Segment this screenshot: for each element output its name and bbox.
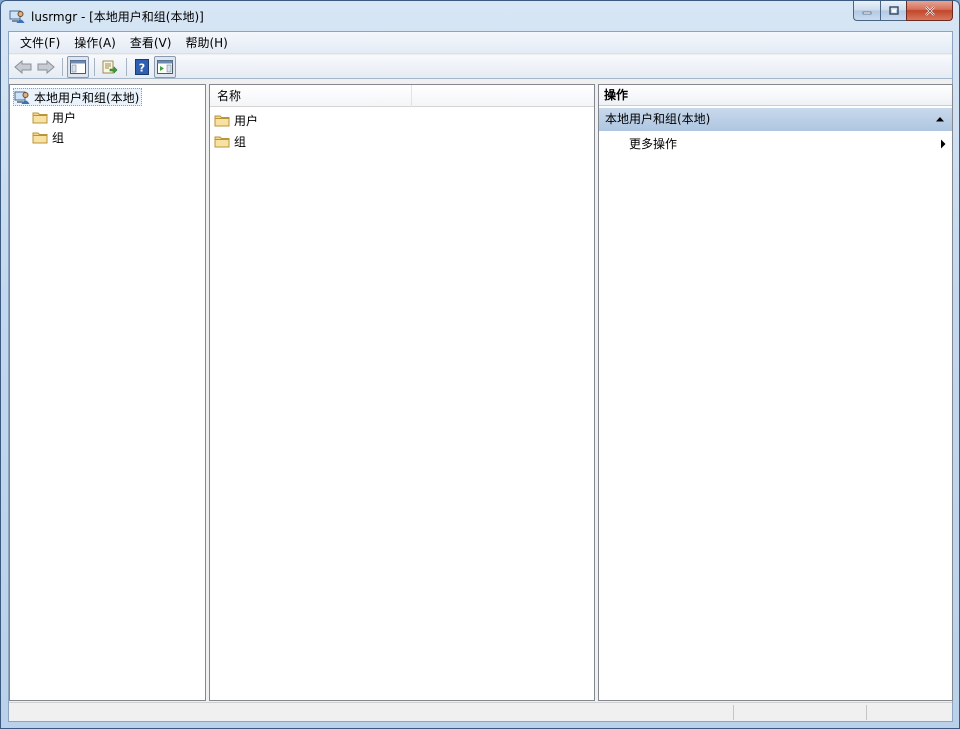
help-icon: ? (135, 58, 149, 75)
tree-item-label: 用户 (52, 110, 77, 125)
toolbar-separator (126, 57, 127, 76)
menu-help[interactable]: 帮助(H) (178, 33, 234, 53)
maximize-button[interactable] (880, 1, 906, 21)
folder-icon (214, 133, 230, 149)
tree-item-groups[interactable]: 组 (32, 128, 64, 146)
console-tree-pane[interactable]: 本地用户和组(本地) 用户 组 (9, 84, 206, 701)
forward-arrow-icon (37, 59, 55, 74)
menu-view[interactable]: 查看(V) (123, 33, 179, 53)
submenu-arrow-icon (941, 139, 946, 149)
show-hide-tree-button[interactable] (67, 55, 89, 78)
tree-root-label: 本地用户和组(本地) (34, 90, 140, 105)
tree-root-local-users-groups[interactable]: 本地用户和组(本地) (13, 88, 143, 106)
main-window: lusrmgr - [本地用户和组(本地)] 文件(F) 操作(A) 查看(V)… (0, 0, 960, 729)
users-computer-icon (14, 89, 30, 105)
back-button[interactable] (12, 56, 34, 78)
actions-group-label: 本地用户和组(本地) (605, 112, 711, 126)
menu-file[interactable]: 文件(F) (13, 33, 67, 53)
title-bar[interactable]: lusrmgr - [本地用户和组(本地)] (1, 1, 959, 31)
list-header: 名称 (210, 85, 594, 107)
minimize-icon (862, 11, 872, 14)
toolbar: ? (9, 55, 952, 79)
menu-bar: 文件(F) 操作(A) 查看(V) 帮助(H) (9, 32, 952, 54)
folder-icon (32, 129, 48, 145)
tree-item-label: 组 (52, 130, 65, 145)
show-hide-action-pane-icon (157, 59, 173, 74)
list-item[interactable]: 用户 (214, 110, 258, 130)
folder-icon (214, 112, 230, 128)
minimize-button[interactable] (853, 1, 880, 21)
column-header-empty (412, 85, 594, 107)
list-item-label: 组 (234, 134, 247, 149)
menu-action[interactable]: 操作(A) (67, 33, 123, 53)
show-hide-action-pane-button[interactable] (154, 55, 176, 78)
actions-group-header[interactable]: 本地用户和组(本地) (599, 108, 952, 131)
status-bar (9, 702, 952, 721)
show-hide-tree-icon (70, 59, 86, 74)
collapse-up-icon (936, 117, 944, 122)
actions-title: 操作 (599, 85, 952, 106)
svg-text:?: ? (139, 61, 145, 74)
list-item[interactable]: 组 (214, 131, 246, 151)
back-arrow-icon (14, 59, 32, 74)
toolbar-separator (62, 57, 63, 76)
users-computer-icon (9, 8, 25, 24)
result-list-pane[interactable]: 名称 用户 组 (209, 84, 595, 701)
forward-button[interactable] (35, 56, 57, 78)
close-icon (924, 5, 935, 16)
folder-icon (32, 109, 48, 125)
close-button[interactable] (906, 1, 953, 21)
export-list-icon (102, 60, 118, 74)
column-header-name[interactable]: 名称 (210, 85, 412, 107)
caption-buttons (853, 1, 953, 21)
list-item-label: 用户 (234, 113, 259, 128)
client-area: 文件(F) 操作(A) 查看(V) 帮助(H) ? 本地用户和组(本地) 用户 … (8, 31, 953, 722)
more-actions-item[interactable]: 更多操作 (629, 134, 677, 154)
help-button[interactable]: ? (131, 56, 153, 78)
export-list-button[interactable] (99, 56, 121, 78)
status-cell (866, 705, 867, 720)
action-pane: 操作 本地用户和组(本地) 更多操作 (598, 84, 953, 701)
window-title: lusrmgr - [本地用户和组(本地)] (31, 10, 204, 24)
maximize-icon (888, 6, 899, 15)
toolbar-separator (94, 57, 95, 76)
status-cell (733, 705, 734, 720)
tree-item-users[interactable]: 用户 (32, 108, 76, 126)
